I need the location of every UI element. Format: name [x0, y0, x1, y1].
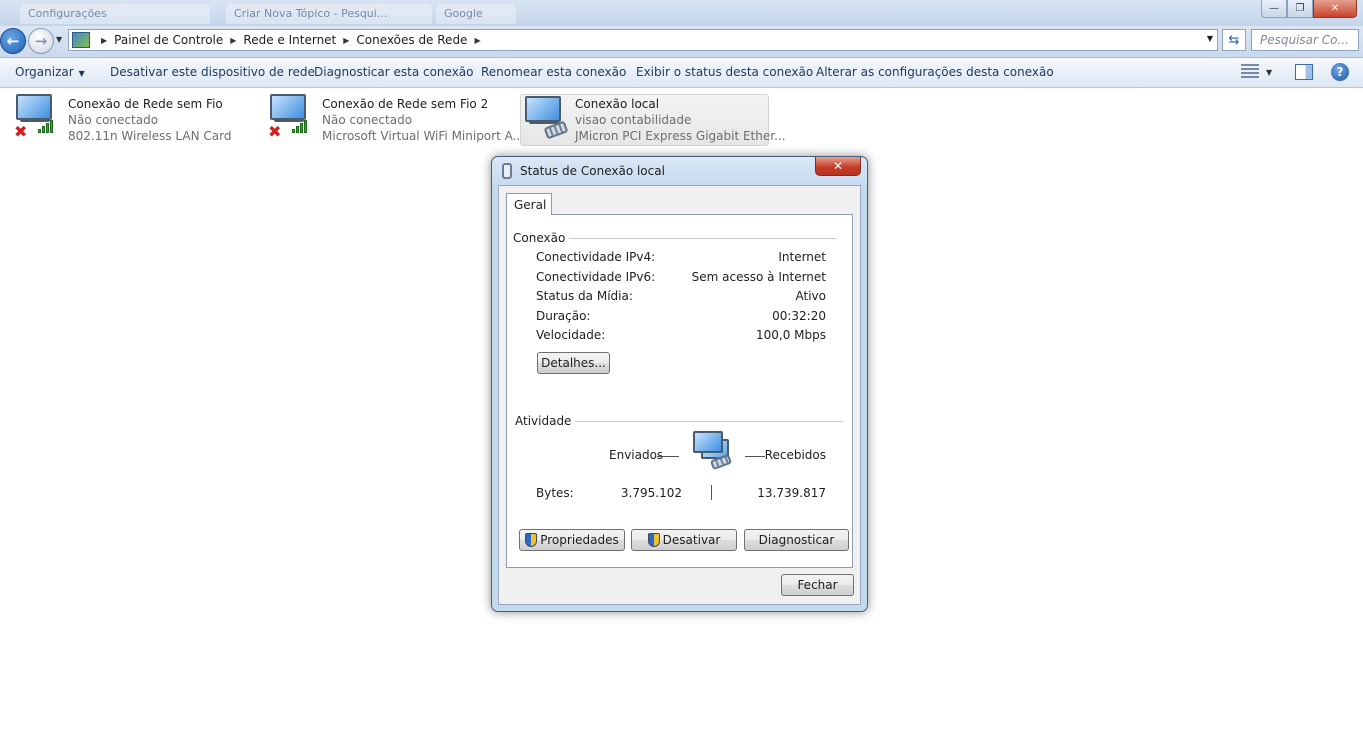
details-button[interactable]: Detalhes...	[537, 352, 610, 374]
tab-general[interactable]: Geral	[506, 193, 552, 215]
bytes-sent-value: 3.795.102	[620, 486, 682, 500]
sent-label: Enviados	[609, 448, 664, 462]
speed-value: 100,0 Mbps	[755, 328, 826, 342]
close-window-button[interactable]: ✕	[1313, 0, 1357, 18]
background-tab-1[interactable]: Configurações	[20, 4, 210, 24]
chevron-right-icon[interactable]: ▶	[343, 36, 349, 45]
preview-pane-icon[interactable]	[1295, 64, 1313, 80]
breadcrumb-network-connections[interactable]: Conexões de Rede	[356, 33, 467, 47]
chevron-down-icon[interactable]: ▼	[1207, 34, 1213, 43]
connection-item-wireless[interactable]: ✖ Conexão de Rede sem Fio Não conectado …	[14, 94, 254, 146]
activity-group-label: Atividade	[515, 414, 576, 428]
ipv4-label: Conectividade IPv4:	[536, 250, 656, 264]
ipv6-value: Sem acesso à Internet	[691, 270, 826, 284]
organize-menu-button[interactable]: Organizar ▼	[15, 65, 85, 79]
rename-connection-button[interactable]: Renomear esta conexão	[481, 65, 626, 79]
background-tab-label: Configurações	[28, 7, 107, 20]
chevron-right-icon[interactable]: ▶	[101, 36, 107, 45]
background-tab-label: Google	[444, 7, 483, 20]
bytes-label: Bytes:	[536, 486, 574, 500]
change-settings-button[interactable]: Alterar as configurações desta conexão	[816, 65, 1054, 79]
signal-bars-icon	[292, 120, 307, 133]
diagnose-button[interactable]: Diagnosticar	[744, 529, 849, 551]
connection-name: Conexão de Rede sem Fio	[68, 97, 223, 111]
dialog-title: Status de Conexão local	[520, 164, 665, 178]
received-label: Recebidos	[764, 448, 826, 462]
disable-device-button[interactable]: Desativar este dispositivo de rede	[110, 65, 315, 79]
disconnected-x-icon: ✖	[14, 122, 28, 141]
background-tab-label: Criar Nova Tópico - Pesqui...	[234, 7, 388, 20]
connection-item-local[interactable]: Conexão local visao contabilidade JMicro…	[520, 94, 786, 146]
breadcrumb-network-internet[interactable]: Rede e Internet	[243, 33, 336, 47]
group-divider	[562, 238, 836, 239]
connection-name: Conexão local	[575, 97, 660, 111]
group-divider	[569, 421, 843, 422]
dialog-body: Geral Conexão Conectividade IPv4: Intern…	[498, 185, 861, 605]
search-input[interactable]: Pesquisar Co...	[1251, 29, 1359, 51]
connection-name: Conexão de Rede sem Fio 2	[322, 97, 489, 111]
media-status-value: Ativo	[795, 289, 826, 303]
diagnose-connection-button[interactable]: Diagnosticar esta conexão	[314, 65, 474, 79]
refresh-icon[interactable]: ⇆	[1222, 29, 1246, 51]
background-tab-3[interactable]: Google	[436, 4, 516, 24]
address-toolbar: ← → ▼ ▶ Painel de Controle ▶ Rede e Inte…	[0, 26, 1363, 58]
recent-pages-dropdown-icon[interactable]: ▼	[56, 35, 62, 44]
uac-shield-icon	[647, 533, 660, 547]
chevron-down-icon[interactable]: ▼	[1266, 68, 1272, 77]
wired-network-icon	[523, 96, 569, 142]
back-arrow-icon[interactable]: ←	[0, 28, 26, 54]
bytes-received-value: 13.739.817	[757, 486, 826, 500]
duration-label: Duração:	[536, 309, 591, 323]
wireless-network-icon: ✖	[14, 94, 60, 140]
connection-group-label: Conexão	[513, 231, 570, 245]
connection-device: 802.11n Wireless LAN Card	[68, 129, 232, 143]
disable-button[interactable]: Desativar	[631, 529, 737, 551]
control-panel-icon	[72, 32, 90, 48]
properties-button-label: Propriedades	[540, 533, 619, 547]
disconnected-x-icon: ✖	[268, 122, 282, 141]
background-tab-2[interactable]: Criar Nova Tópico - Pesqui...	[226, 4, 432, 24]
signal-bars-icon	[38, 120, 53, 133]
connection-status: Não conectado	[68, 113, 159, 127]
network-adapter-icon	[502, 163, 512, 179]
ipv4-value: Internet	[778, 250, 826, 264]
connection-device: JMicron PCI Express Gigabit Ether...	[575, 129, 786, 143]
connection-status-dialog: Status de Conexão local ✕ Geral Conexão …	[491, 156, 868, 612]
command-bar: Organizar ▼ Desativar este dispositivo de…	[0, 58, 1363, 88]
connection-item-wireless-2[interactable]: ✖ Conexão de Rede sem Fio 2 Não conectad…	[268, 94, 524, 146]
uac-shield-icon	[525, 533, 538, 547]
chevron-down-icon: ▼	[78, 69, 85, 78]
chevron-right-icon[interactable]: ▶	[474, 36, 480, 45]
maximize-button[interactable]: ❐	[1287, 0, 1313, 18]
network-activity-icon	[691, 431, 741, 477]
connection-status: Não conectado	[322, 113, 413, 127]
address-bar[interactable]: ▶ Painel de Controle ▶ Rede e Internet ▶…	[68, 29, 1218, 51]
forward-arrow-icon[interactable]: →	[28, 28, 54, 54]
media-status-label: Status da Mídia:	[536, 289, 633, 303]
view-status-button[interactable]: Exibir o status desta conexão	[636, 65, 813, 79]
organize-label: Organizar	[15, 65, 74, 79]
window-title-bar: Configurações Criar Nova Tópico - Pesqui…	[0, 0, 1363, 26]
help-icon[interactable]: ?	[1331, 63, 1349, 81]
minimize-button[interactable]: —	[1261, 0, 1287, 18]
connection-status: visao contabilidade	[575, 113, 692, 127]
speed-label: Velocidade:	[536, 328, 606, 342]
disable-button-label: Desativar	[662, 533, 721, 547]
ipv6-label: Conectividade IPv6:	[536, 270, 656, 284]
wireless-network-icon: ✖	[268, 94, 314, 140]
window-controls: — ❐ ✕	[1261, 0, 1357, 18]
chevron-right-icon[interactable]: ▶	[230, 36, 236, 45]
close-dialog-button[interactable]: Fechar	[781, 574, 854, 596]
properties-button[interactable]: Propriedades	[519, 529, 625, 551]
connection-device: Microsoft Virtual WiFi Miniport A...	[322, 129, 525, 143]
breadcrumb-control-panel[interactable]: Painel de Controle	[114, 33, 223, 47]
change-view-icon[interactable]	[1241, 64, 1259, 80]
duration-value: 00:32:20	[772, 309, 826, 323]
dialog-close-button[interactable]: ✕	[815, 157, 861, 176]
general-tab-panel: Conexão Conectividade IPv4: Internet Con…	[506, 214, 853, 568]
